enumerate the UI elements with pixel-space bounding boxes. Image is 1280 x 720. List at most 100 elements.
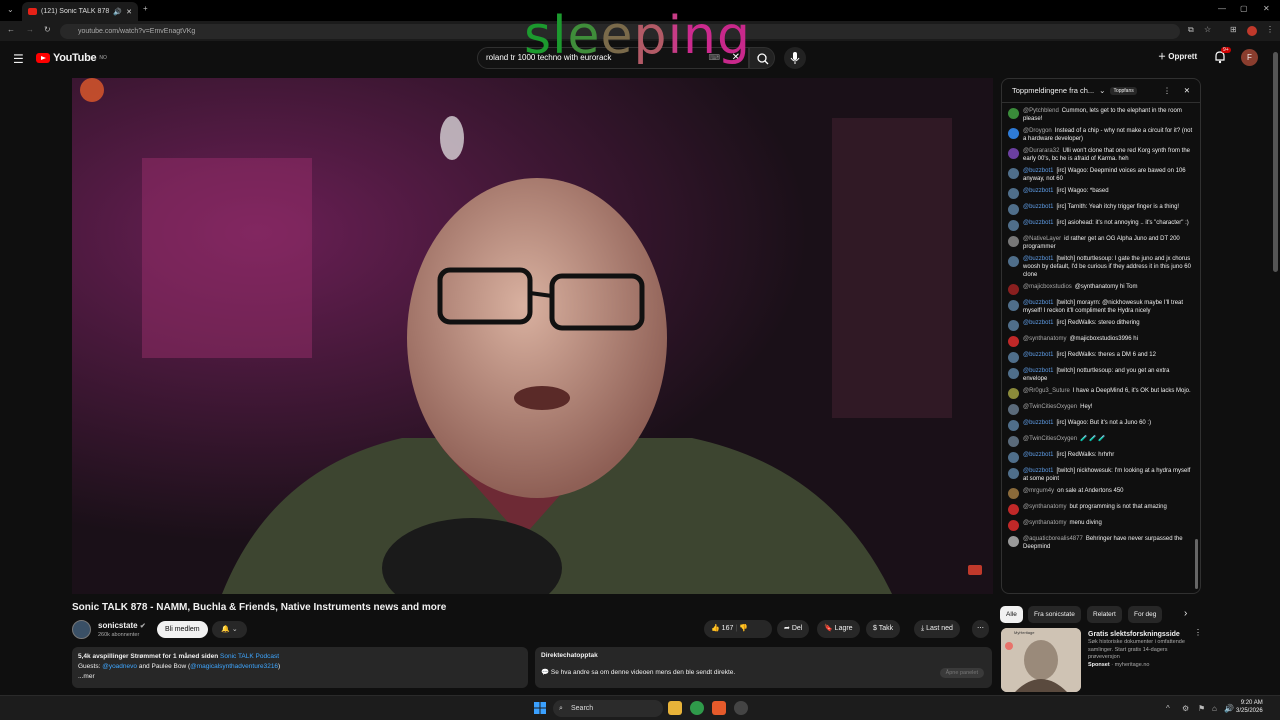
chat-author-name[interactable]: @buzzbot1 <box>1023 204 1053 210</box>
chat-author-avatar[interactable] <box>1008 108 1019 119</box>
youtube-logo[interactable]: YouTube NO <box>36 52 107 64</box>
chat-author-name[interactable]: @Durarara32 <box>1023 148 1059 154</box>
chat-author-name[interactable]: @buzzbot1 <box>1023 352 1053 358</box>
chat-more-icon[interactable]: ⋮ <box>1163 86 1171 95</box>
window-minimize-icon[interactable]: — <box>1218 4 1226 13</box>
chat-author-name[interactable]: @Droygon <box>1023 128 1052 134</box>
chat-author-avatar[interactable] <box>1008 504 1019 515</box>
channel-avatar[interactable] <box>72 620 91 639</box>
chat-scrollbar[interactable] <box>1195 539 1198 589</box>
chat-author-avatar[interactable] <box>1008 488 1019 499</box>
chip-all[interactable]: Alle <box>1000 606 1023 623</box>
save-button[interactable]: 🔖 Lagre <box>817 620 860 638</box>
bookmark-star-icon[interactable]: ☆ <box>1204 25 1211 34</box>
search-button[interactable] <box>749 47 775 69</box>
install-app-icon[interactable]: ⧉ <box>1188 25 1194 35</box>
chat-author-name[interactable]: @synthanatomy <box>1023 504 1066 510</box>
chat-message[interactable]: @buzzbot1 [irc] RedWalks: theres a DM 6 a… <box>1008 351 1194 363</box>
chip-related[interactable]: Relatert <box>1087 606 1122 623</box>
chat-author-name[interactable]: @majicboxstudios <box>1023 284 1072 290</box>
chat-author-avatar[interactable] <box>1008 300 1019 311</box>
chat-author-name[interactable]: @buzzbot1 <box>1023 468 1053 474</box>
chat-message[interactable]: @Droygon Instead of a chip - why not make… <box>1008 127 1194 143</box>
chat-author-avatar[interactable] <box>1008 536 1019 547</box>
chat-message[interactable]: @buzzbot1 [twitch] notturtlesoup: I gate … <box>1008 255 1194 279</box>
chat-author-name[interactable]: @mrgum4y <box>1023 488 1054 494</box>
chat-message[interactable]: @NativeLayer id rather get an OG Alpha Ju… <box>1008 235 1194 251</box>
chat-author-avatar[interactable] <box>1008 168 1019 179</box>
chat-author-name[interactable]: @buzzbot1 <box>1023 300 1053 306</box>
window-maximize-icon[interactable]: ▢ <box>1240 4 1248 13</box>
chevron-right-icon[interactable]: › <box>1184 608 1187 619</box>
chat-author-avatar[interactable] <box>1008 220 1019 231</box>
file-explorer-icon[interactable] <box>668 701 682 715</box>
notification-bell-button[interactable]: 🔔 ⌄ <box>212 621 247 638</box>
chat-author-name[interactable]: @buzzbot1 <box>1023 188 1053 194</box>
chat-author-name[interactable]: @synthanatomy <box>1023 336 1066 342</box>
chat-author-name[interactable]: @Rr0gu3_Suture <box>1023 388 1070 394</box>
chat-author-avatar[interactable] <box>1008 352 1019 363</box>
chat-author-avatar[interactable] <box>1008 148 1019 159</box>
chat-author-avatar[interactable] <box>1008 452 1019 463</box>
chat-author-avatar[interactable] <box>1008 320 1019 331</box>
chat-author-avatar[interactable] <box>1008 468 1019 479</box>
chat-message[interactable]: @mrgum4y on sale at Andertons 450 <box>1008 487 1194 499</box>
chat-author-name[interactable]: @buzzbot1 <box>1023 368 1053 374</box>
ad-title[interactable]: Gratis slektsforskningsside <box>1088 630 1196 639</box>
chat-author-avatar[interactable] <box>1008 388 1019 399</box>
chat-author-name[interactable]: @buzzbot1 <box>1023 256 1053 262</box>
tab-search-icon[interactable]: ⌄ <box>7 5 14 14</box>
tray-flag-icon[interactable]: ⚑ <box>1198 704 1205 713</box>
chat-message[interactable]: @synthanatomy @majicboxstudios3996 hi <box>1008 335 1194 347</box>
chat-author-name[interactable]: @buzzbot1 <box>1023 420 1053 426</box>
tray-chevron-icon[interactable]: ^ <box>1166 704 1170 713</box>
chat-author-avatar[interactable] <box>1008 204 1019 215</box>
channel-watermark-icon[interactable] <box>968 565 982 575</box>
chat-message[interactable]: @buzzbot1 [twitch] morayrn: @nickhowesuk … <box>1008 299 1194 315</box>
chat-author-name[interactable]: @buzzbot1 <box>1023 220 1053 226</box>
chat-author-avatar[interactable] <box>1008 520 1019 531</box>
chat-message[interactable]: @buzzbot1 [irc] Wagoo: But it's not a Jun… <box>1008 419 1194 431</box>
chat-author-name[interactable]: @Pytchblend <box>1023 108 1059 114</box>
chat-message[interactable]: @majicboxstudios @synthanatomy hi Tom <box>1008 283 1194 295</box>
chat-message[interactable]: @Rr0gu3_Suture I have a DeepMind 6, it's … <box>1008 387 1194 399</box>
podcast-link[interactable]: Sonic TALK Podcast <box>220 653 279 660</box>
chat-message[interactable]: @buzzbot1 [irc] Wagoo: *based <box>1008 187 1194 199</box>
chat-author-name[interactable]: @aquaticborealis4877 <box>1023 536 1083 542</box>
chat-author-name[interactable]: @buzzbot1 <box>1023 168 1053 174</box>
tray-app-icon[interactable]: ⚙ <box>1182 704 1189 713</box>
channel-name[interactable]: sonicstate ✔ <box>98 621 146 630</box>
video-description[interactable]: 5,4k avspillinger Strømmet for 1 måned s… <box>72 647 528 688</box>
chat-message[interactable]: @TwinCitiesOxygen Hey! <box>1008 403 1194 415</box>
chat-message[interactable]: @buzzbot1 [irc] Wagoo: Deepmind voices ar… <box>1008 167 1194 183</box>
back-icon[interactable]: ← <box>7 25 15 34</box>
chat-message[interactable]: @buzzbot1 [irc] RedWalks: stereo ditherin… <box>1008 319 1194 331</box>
chat-mode-dropdown[interactable]: Toppmeldingene fra ch... <box>1012 86 1094 95</box>
chat-message[interactable]: @buzzbot1 [twitch] notturtlesoup: and you… <box>1008 367 1194 383</box>
open-panel-button[interactable]: Åpne panelet <box>939 668 984 678</box>
ad-thumbnail[interactable]: MyHeritage <box>1001 628 1081 692</box>
taskbar-clock[interactable]: 9:20 AM 3/25/2026 <box>1236 699 1263 715</box>
chat-author-avatar[interactable] <box>1008 284 1019 295</box>
chat-author-avatar[interactable] <box>1008 404 1019 415</box>
more-actions-button[interactable]: ⋯ <box>972 620 989 638</box>
download-button[interactable]: ⤓ Last ned <box>914 620 960 638</box>
like-button[interactable]: 👍 167 | 👎 <box>704 620 772 638</box>
profile-icon[interactable] <box>1247 26 1257 36</box>
close-chat-icon[interactable]: ✕ <box>1184 86 1190 95</box>
chat-author-name[interactable]: @NativeLayer <box>1023 236 1061 242</box>
windows-start-icon[interactable] <box>534 702 546 714</box>
chevron-down-icon[interactable]: ⌄ <box>1099 86 1105 95</box>
app-icon[interactable] <box>734 701 748 715</box>
thumbs-down-icon[interactable]: 👎 <box>739 625 748 632</box>
account-avatar[interactable]: F <box>1241 49 1258 66</box>
chat-author-avatar[interactable] <box>1008 336 1019 347</box>
share-button[interactable]: ➦ Del <box>777 620 810 638</box>
chat-author-avatar[interactable] <box>1008 256 1019 267</box>
chat-author-name[interactable]: @TwinCitiesOxygen <box>1023 404 1077 410</box>
chat-author-avatar[interactable] <box>1008 236 1019 247</box>
volume-icon[interactable]: 🔊 <box>1224 704 1234 713</box>
chat-message[interactable]: @buzzbot1 [irc] RedWalks: hrhrhr <box>1008 451 1194 463</box>
top-fans-badge[interactable]: Toppfans <box>1110 86 1137 95</box>
window-close-icon[interactable]: ✕ <box>1263 4 1270 13</box>
